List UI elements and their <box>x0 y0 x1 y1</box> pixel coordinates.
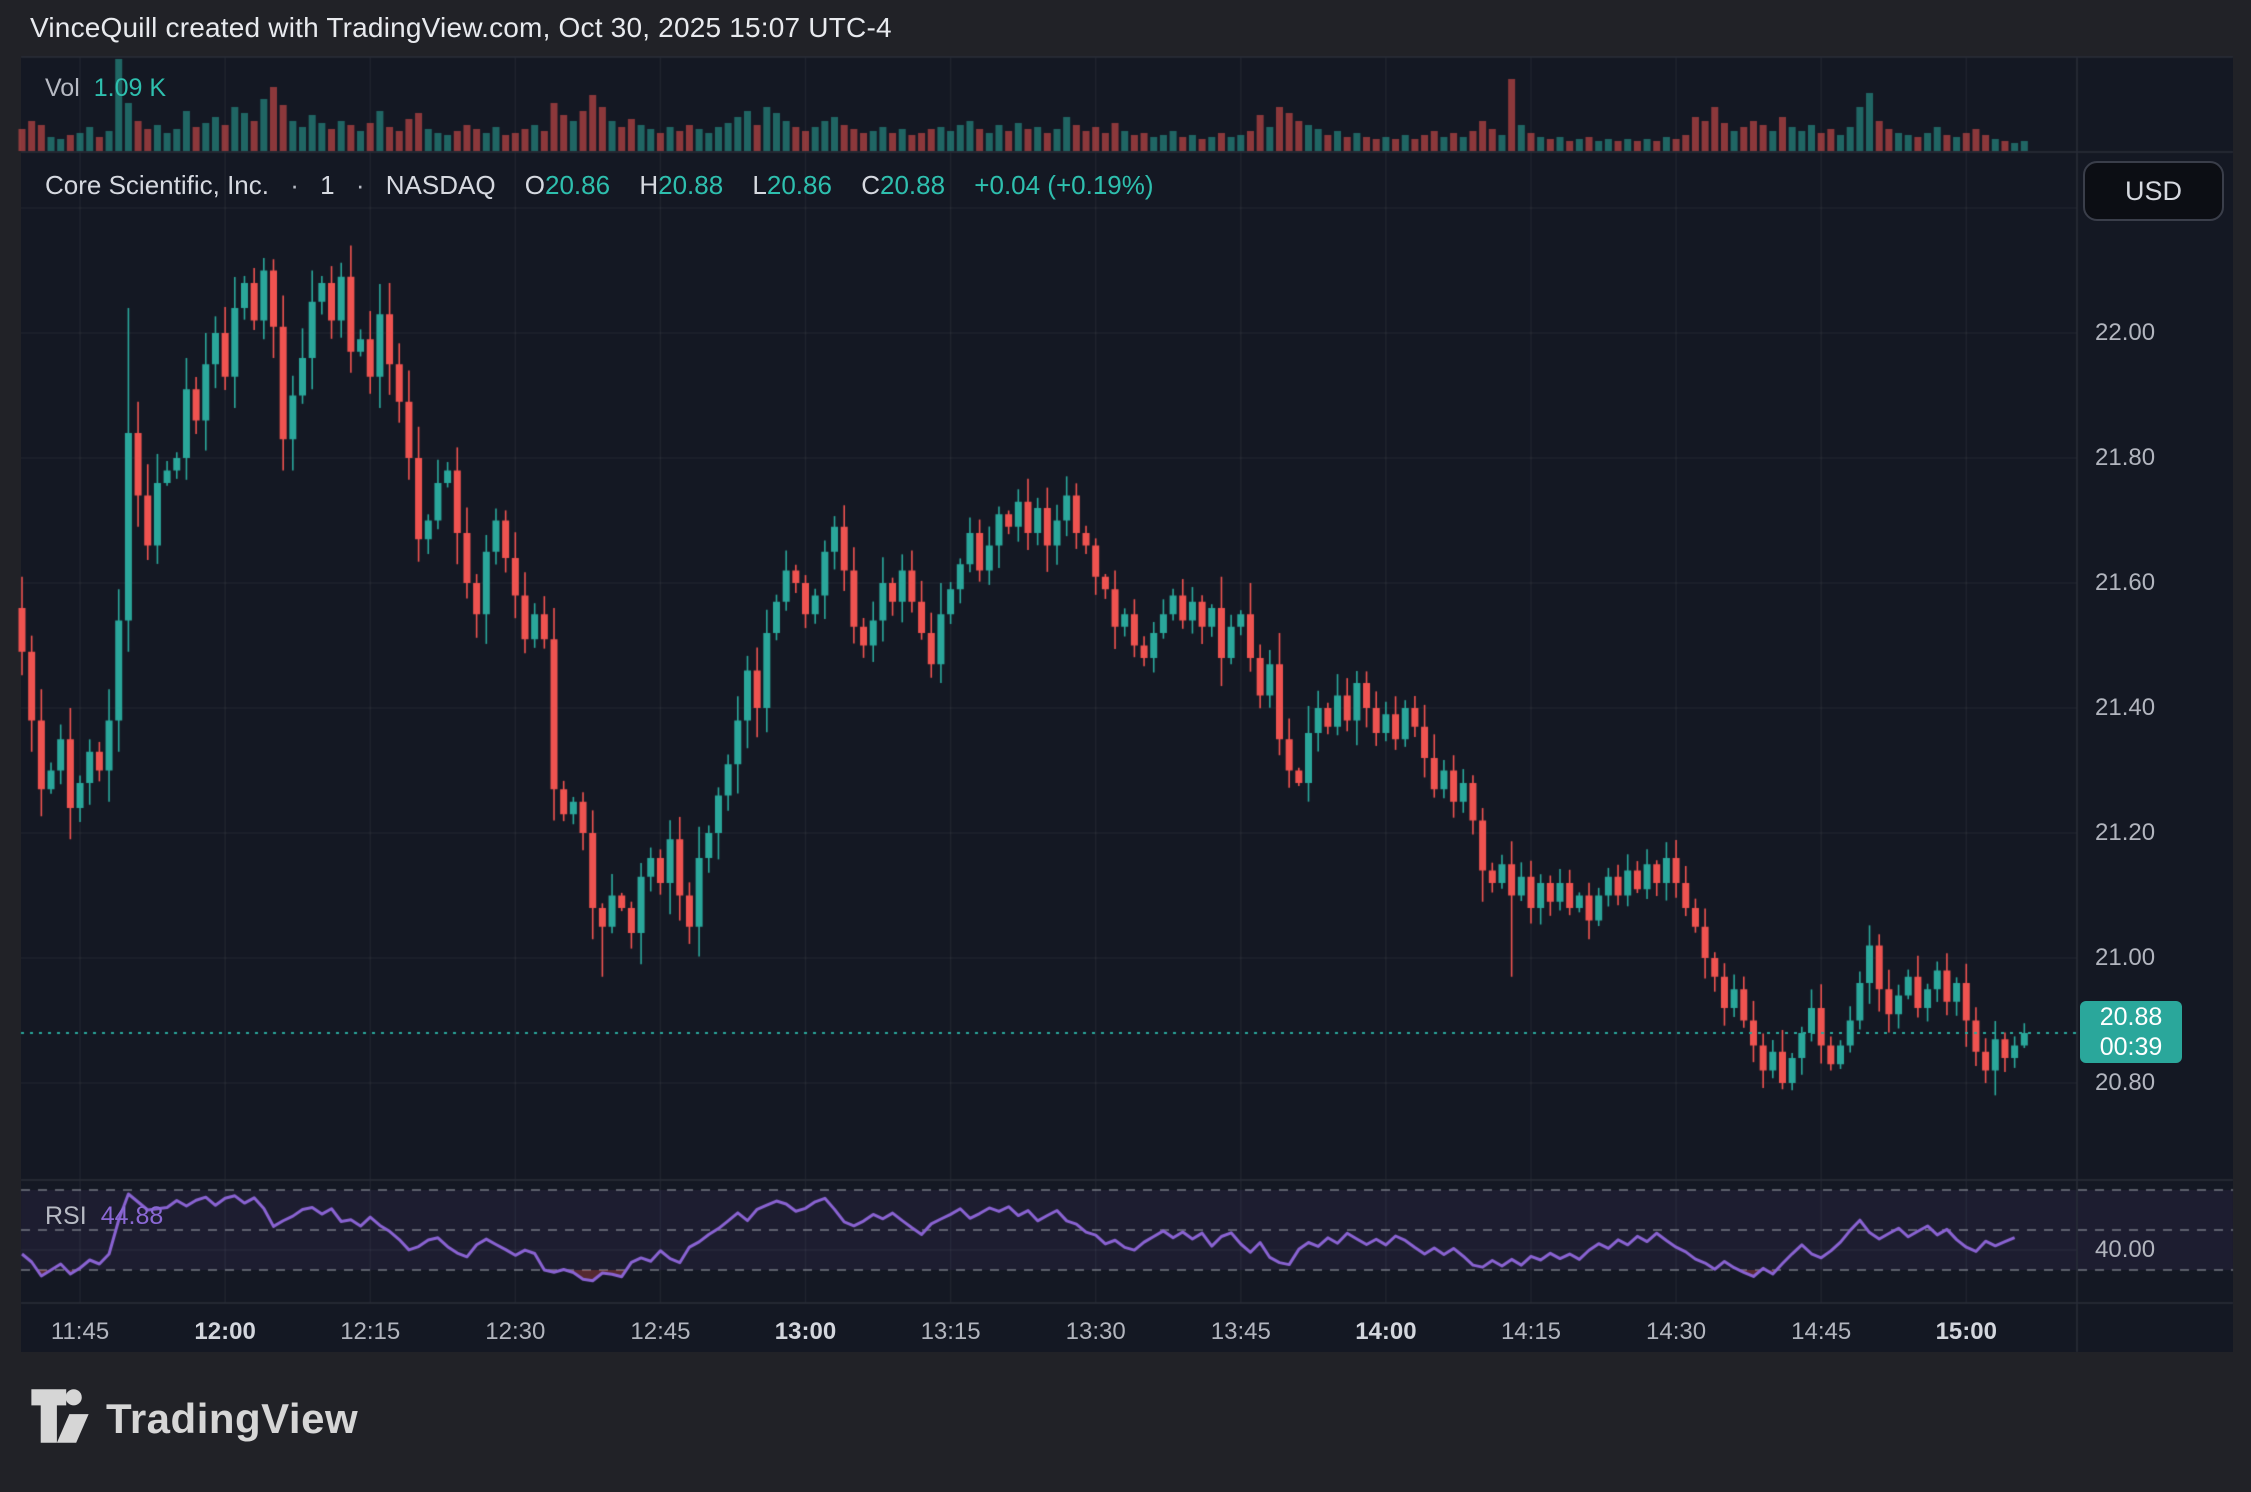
ohlc-high-label: H <box>639 170 658 200</box>
time-axis-label: 12:45 <box>630 1318 690 1346</box>
price-axis-label: 22.00 <box>2095 319 2155 347</box>
last-price-badge-price: 20.88 <box>2100 1002 2163 1032</box>
ohlc-open-value: 20.86 <box>545 170 610 200</box>
time-axis-label: 13:00 <box>775 1318 836 1346</box>
time-axis-label: 11:45 <box>51 1318 109 1346</box>
price-axis-label: 21.60 <box>2095 569 2155 597</box>
time-axis-label: 12:00 <box>194 1318 255 1346</box>
rsi-legend: RSI 44.88 <box>45 1202 163 1231</box>
time-axis-label: 15:00 <box>1936 1318 1997 1346</box>
time-axis-label: 14:00 <box>1355 1318 1416 1346</box>
chart-canvas[interactable] <box>0 0 2251 1492</box>
rsi-axis-label: 40.00 <box>2095 1236 2155 1264</box>
ohlc-low-value: 20.86 <box>767 170 832 200</box>
time-axis[interactable] <box>21 1303 2077 1352</box>
price-axis-label: 21.00 <box>2095 944 2155 972</box>
footer-brand: TradingView <box>30 1388 358 1449</box>
time-axis-label: 14:30 <box>1646 1318 1706 1346</box>
time-axis-label: 12:15 <box>340 1318 400 1346</box>
price-axis-label: 21.80 <box>2095 444 2155 472</box>
rsi-label: RSI <box>45 1202 87 1230</box>
time-axis-label: 14:45 <box>1791 1318 1851 1346</box>
time-axis-label: 13:15 <box>921 1318 981 1346</box>
symbol-name: Core Scientific, Inc. <box>45 170 269 200</box>
symbol-exchange: NASDAQ <box>386 170 496 200</box>
price-axis-label: 21.40 <box>2095 694 2155 722</box>
volume-value: 1.09 K <box>94 74 166 102</box>
separator-dot: · <box>356 170 365 200</box>
time-axis-label: 14:15 <box>1501 1318 1561 1346</box>
time-axis-label: 13:45 <box>1211 1318 1271 1346</box>
currency-usd-button[interactable]: USD <box>2083 161 2224 221</box>
separator-dot: · <box>290 170 299 200</box>
header-title: VinceQuill created with TradingView.com,… <box>30 12 892 44</box>
volume-legend: Vol 1.09 K <box>45 74 166 103</box>
rsi-value: 44.88 <box>101 1202 164 1230</box>
symbol-legend: Core Scientific, Inc. · 1 · NASDAQ O20.8… <box>45 170 1154 201</box>
price-change: +0.04 (+0.19%) <box>974 170 1153 200</box>
price-axis[interactable] <box>2077 57 2233 1303</box>
price-axis-label: 20.80 <box>2095 1069 2155 1097</box>
tradingview-logo-text: TradingView <box>106 1395 358 1443</box>
volume-label: Vol <box>45 74 80 102</box>
time-axis-label: 12:30 <box>485 1318 545 1346</box>
price-axis-label: 21.20 <box>2095 819 2155 847</box>
tradingview-logo-icon <box>30 1388 90 1449</box>
symbol-interval: 1 <box>320 170 334 200</box>
ohlc-high-value: 20.88 <box>658 170 723 200</box>
tradingview-snapshot: VinceQuill created with TradingView.com,… <box>0 0 2251 1492</box>
ohlc-close-value: 20.88 <box>880 170 945 200</box>
ohlc-open-label: O <box>525 170 545 200</box>
last-price-badge-countdown: 00:39 <box>2100 1032 2163 1062</box>
ohlc-close-label: C <box>861 170 880 200</box>
last-price-badge: 20.88 00:39 <box>2080 1001 2182 1063</box>
time-axis-label: 13:30 <box>1066 1318 1126 1346</box>
ohlc-low-label: L <box>752 170 766 200</box>
